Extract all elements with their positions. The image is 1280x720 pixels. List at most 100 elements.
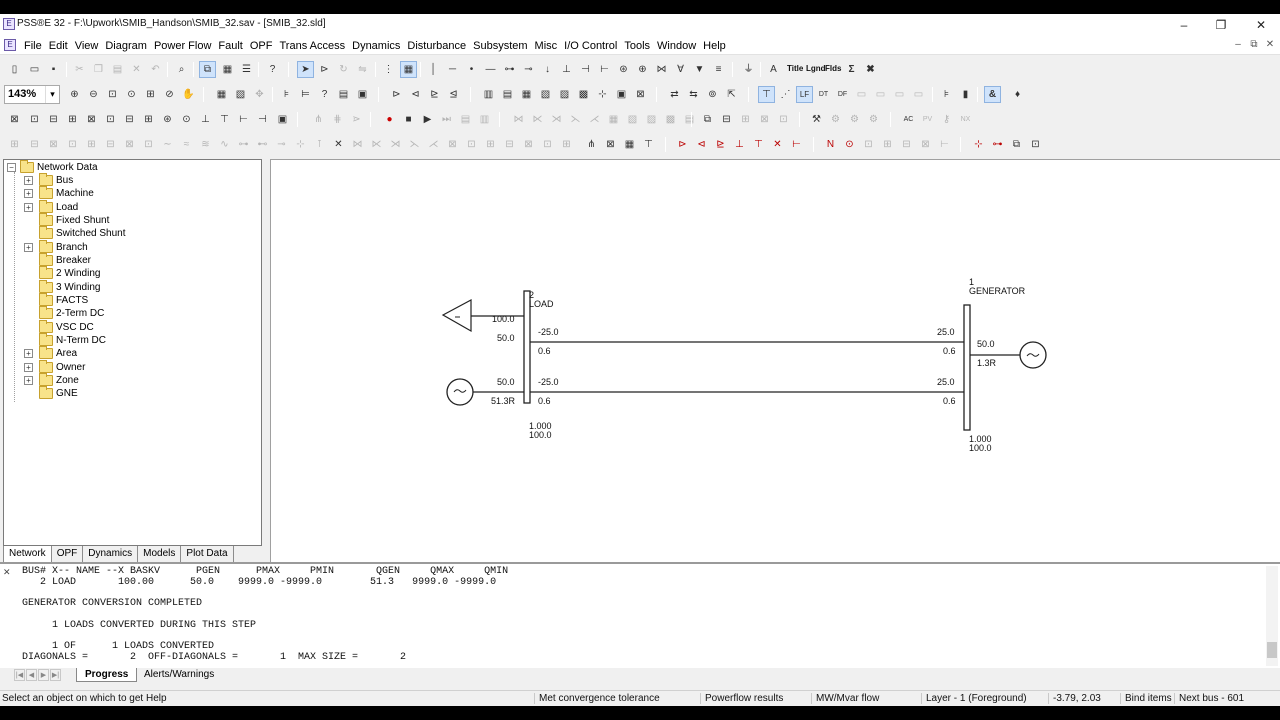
- fixed-shunt-icon[interactable]: ⊣: [577, 61, 594, 78]
- tab-alerts-warnings[interactable]: Alerts/Warnings: [136, 668, 222, 682]
- model-10-icon[interactable]: ▤: [681, 111, 698, 128]
- display-voltage-icon[interactable]: ⊤: [758, 86, 775, 103]
- battery-icon[interactable]: ▮: [957, 86, 974, 103]
- menu-edit[interactable]: Edit: [46, 40, 72, 52]
- route-4-icon[interactable]: ⊡: [1027, 136, 1044, 153]
- tree-item-owner[interactable]: + Owner: [24, 360, 85, 374]
- zoom-previous-icon[interactable]: ⊘: [161, 86, 178, 103]
- table-2-icon[interactable]: ▤: [499, 86, 516, 103]
- edit-5-icon[interactable]: ⊞: [83, 136, 100, 153]
- machine-2-generator-icon[interactable]: [446, 378, 474, 406]
- fault-6-icon[interactable]: ⊡: [102, 111, 119, 128]
- edit-29-icon[interactable]: ⊡: [539, 136, 556, 153]
- expand-icon[interactable]: +: [24, 376, 33, 385]
- edit-26-icon[interactable]: ⊞: [482, 136, 499, 153]
- model-4-icon[interactable]: ⋋: [567, 111, 584, 128]
- fault-8-icon[interactable]: ⊞: [140, 111, 157, 128]
- help-icon[interactable]: ?: [264, 61, 281, 78]
- zoom-window-icon[interactable]: ⊙: [123, 86, 140, 103]
- first-tab-icon[interactable]: |◀: [14, 669, 25, 681]
- copy-icon[interactable]: ❐: [90, 61, 107, 78]
- menu-file[interactable]: File: [21, 40, 46, 52]
- layer-7-icon[interactable]: ⊢: [936, 136, 953, 153]
- sum-icon[interactable]: Σ: [843, 61, 860, 78]
- zoom-fit-icon[interactable]: ⊡: [104, 86, 121, 103]
- edit-9-icon[interactable]: ∼: [159, 136, 176, 153]
- load-icon[interactable]: ↓: [539, 61, 556, 78]
- tab-models[interactable]: Models: [137, 546, 182, 563]
- delete-icon[interactable]: ✕: [128, 61, 145, 78]
- edit-4-icon[interactable]: ⊡: [64, 136, 81, 153]
- menu-disturbance[interactable]: Disturbance: [404, 40, 470, 52]
- edit-8-icon[interactable]: ⊡: [140, 136, 157, 153]
- route-1-icon[interactable]: ⊹: [970, 136, 987, 153]
- align-3-icon[interactable]: ⊵: [712, 136, 729, 153]
- fault-12-icon[interactable]: ⊤: [216, 111, 233, 128]
- tree-item-area[interactable]: + Area: [24, 346, 77, 360]
- tree-item-vsc-dc[interactable]: VSC DC: [39, 320, 94, 334]
- edit-21-icon[interactable]: ⋊: [387, 136, 404, 153]
- print-preview-icon[interactable]: ⌕: [173, 61, 190, 78]
- last-tab-icon[interactable]: ▶|: [50, 669, 61, 681]
- menu-trans-access[interactable]: Trans Access: [277, 40, 350, 52]
- model-1-icon[interactable]: ⋈: [510, 111, 527, 128]
- model-8-icon[interactable]: ▨: [643, 111, 660, 128]
- close-button[interactable]: ✕: [1243, 16, 1279, 34]
- solve-icon[interactable]: ⇄: [666, 86, 683, 103]
- tap-adjust-icon[interactable]: ⇱: [723, 86, 740, 103]
- switched-shunt-icon[interactable]: ⊢: [596, 61, 613, 78]
- edit-24-icon[interactable]: ⊠: [444, 136, 461, 153]
- display-angle-icon[interactable]: ⋰: [777, 86, 794, 103]
- route-2-icon[interactable]: ⊶: [989, 136, 1006, 153]
- edit-25-icon[interactable]: ⊡: [463, 136, 480, 153]
- model-5-icon[interactable]: ⋌: [586, 111, 603, 128]
- grid-snap-icon[interactable]: ▦: [400, 61, 417, 78]
- align-5-icon[interactable]: ⊤: [750, 136, 767, 153]
- maximize-button[interactable]: ❐: [1203, 16, 1239, 34]
- menu-fault[interactable]: Fault: [215, 40, 246, 52]
- results-icon[interactable]: ▣: [354, 86, 371, 103]
- model-7-icon[interactable]: ▧: [624, 111, 641, 128]
- edit-18-icon[interactable]: ✕: [330, 136, 347, 153]
- edit-1-icon[interactable]: ⊞: [6, 136, 23, 153]
- align-7-icon[interactable]: ⊢: [788, 136, 805, 153]
- align-6-icon[interactable]: ✕: [769, 136, 786, 153]
- menu-tools[interactable]: Tools: [621, 40, 654, 52]
- progress-output-panel[interactable]: ✕ BUS# X-- NAME --X BASKV PGEN PMAX PMIN…: [0, 562, 1280, 668]
- layer-5-icon[interactable]: ⊟: [898, 136, 915, 153]
- record-icon[interactable]: ●: [381, 111, 398, 128]
- transformer-icon[interactable]: ⊛: [615, 61, 632, 78]
- model-9-icon[interactable]: ▩: [662, 111, 679, 128]
- expand-icon[interactable]: +: [24, 176, 33, 185]
- edit-7-icon[interactable]: ⊠: [121, 136, 138, 153]
- flow-q-icon[interactable]: ⊲: [407, 86, 424, 103]
- edit-17-icon[interactable]: ⊺: [311, 136, 328, 153]
- report-view-icon[interactable]: ☰: [238, 61, 255, 78]
- menu-power-flow[interactable]: Power Flow: [151, 40, 215, 52]
- edit-15-icon[interactable]: ⊸: [273, 136, 290, 153]
- dyn-2-icon[interactable]: ⋕: [329, 111, 346, 128]
- bus-data-icon[interactable]: ▦: [213, 86, 230, 103]
- edit-12-icon[interactable]: ∿: [216, 136, 233, 153]
- plot-1-icon[interactable]: ▤: [457, 111, 474, 128]
- prev-tab-icon[interactable]: ◀: [26, 669, 37, 681]
- tool-2-icon[interactable]: ⚙: [827, 111, 844, 128]
- tool-3-icon[interactable]: ⚙: [846, 111, 863, 128]
- edit-3-icon[interactable]: ⊠: [45, 136, 62, 153]
- date-icon[interactable]: DT: [815, 86, 832, 103]
- multi-term-icon[interactable]: ≡: [710, 61, 727, 78]
- green-check-icon[interactable]: ▣: [613, 86, 630, 103]
- bus-section-icon[interactable]: ⊧: [278, 86, 295, 103]
- output-scrollbar[interactable]: [1266, 566, 1278, 666]
- edit-33-icon[interactable]: ▦: [621, 136, 638, 153]
- menu-io-control[interactable]: I/O Control: [561, 40, 621, 52]
- fault-11-icon[interactable]: ⊥: [197, 111, 214, 128]
- menu-diagram[interactable]: Diagram: [102, 40, 151, 52]
- layer-2-icon[interactable]: ⊙: [841, 136, 858, 153]
- dc-line-icon[interactable]: ∀: [672, 61, 689, 78]
- expand-icon[interactable]: +: [24, 363, 33, 372]
- tab-dynamics[interactable]: Dynamics: [82, 546, 139, 563]
- table-5-icon[interactable]: ▨: [556, 86, 573, 103]
- tool-1-icon[interactable]: ⚒: [808, 111, 825, 128]
- table-grid-icon[interactable]: ⊠: [632, 86, 649, 103]
